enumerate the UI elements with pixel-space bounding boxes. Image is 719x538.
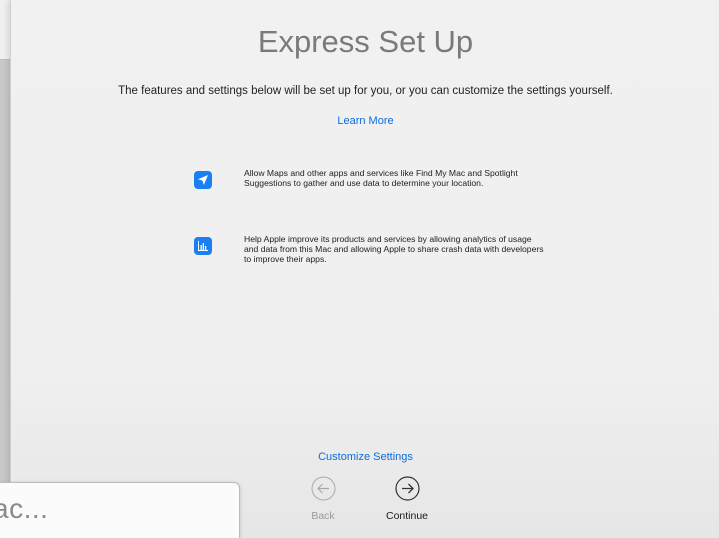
customize-settings-link[interactable]: Customize Settings <box>11 451 719 463</box>
express-setup-window: Express Set Up The features and settings… <box>10 0 719 538</box>
back-arrow-icon <box>311 476 336 501</box>
back-button[interactable]: Back <box>293 476 353 526</box>
feature-location-text: Allow Maps and other apps and services l… <box>244 168 518 188</box>
analytics-chart-icon <box>194 237 212 255</box>
back-label: Back <box>311 510 335 522</box>
location-arrow-icon <box>194 171 212 189</box>
page-subtitle: The features and settings below will be … <box>118 85 613 97</box>
feature-analytics-text: Help Apple improve its products and serv… <box>244 234 544 264</box>
background-window-bottom: ac... <box>0 482 240 538</box>
forward-arrow-icon <box>394 476 420 501</box>
continue-button[interactable]: Continue <box>377 476 437 526</box>
continue-label: Continue <box>385 510 429 522</box>
background-window-text: ac... <box>0 493 49 524</box>
learn-more-link[interactable]: Learn More <box>11 115 719 127</box>
page-title: Express Set Up <box>257 24 474 59</box>
